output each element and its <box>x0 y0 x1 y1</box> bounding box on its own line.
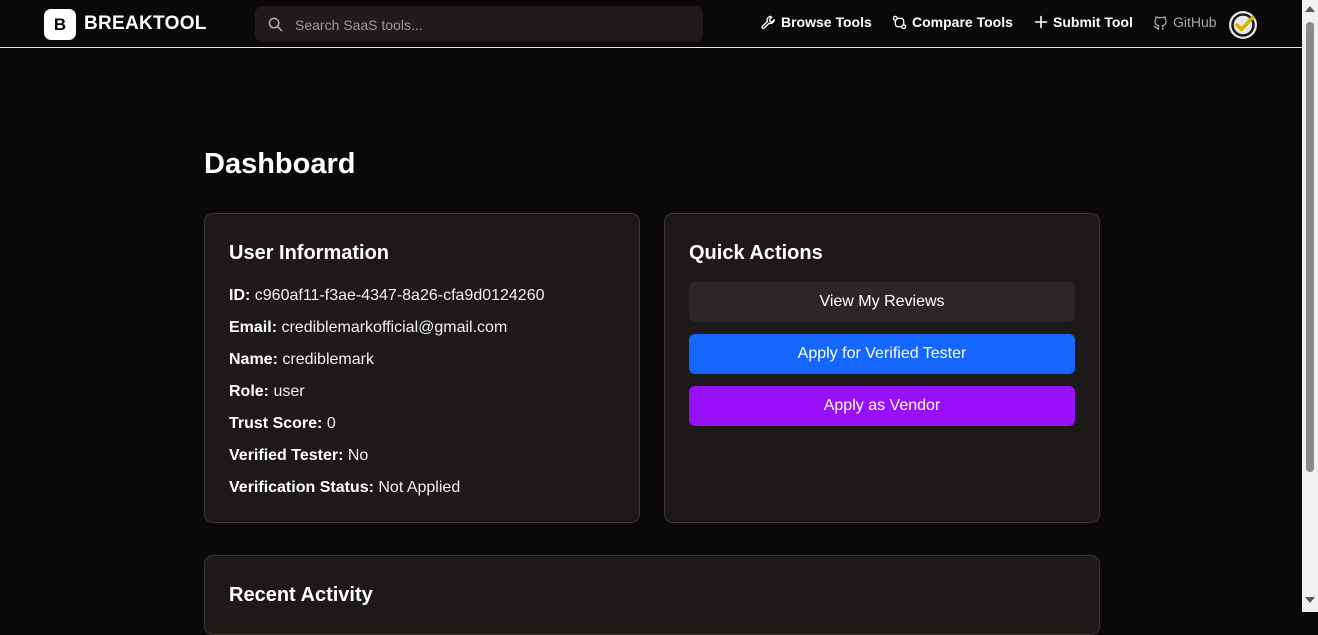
quick-actions-card: Quick Actions View My Reviews Apply for … <box>664 213 1100 523</box>
scroll-up-arrow-icon[interactable] <box>1305 6 1315 12</box>
info-value: No <box>347 447 369 464</box>
nav-submit-tool[interactable]: Submit Tool <box>1034 14 1133 30</box>
info-row-name: Name: crediblemark <box>229 351 374 369</box>
recent-activity-card: Recent Activity <box>204 555 1100 635</box>
info-value: c960af11-f3ae-4347-8a26-cfa9d0124260 <box>254 287 545 304</box>
brand-name[interactable]: BREAKTOOL <box>84 13 207 35</box>
info-row-verified-tester: Verified Tester: No <box>229 447 368 465</box>
info-label: Email: <box>229 319 278 336</box>
apply-verified-tester-button[interactable]: Apply for Verified Tester <box>689 334 1075 374</box>
nav-browse-label: Browse Tools <box>781 14 872 30</box>
nav-browse-tools[interactable]: Browse Tools <box>761 14 872 30</box>
info-row-id: ID: c960af11-f3ae-4347-8a26-cfa9d0124260 <box>229 287 545 305</box>
page-scrollbar[interactable] <box>1302 0 1318 612</box>
apply-vendor-button[interactable]: Apply as Vendor <box>689 386 1075 426</box>
search-icon <box>268 17 283 32</box>
nav-compare-tools[interactable]: Compare Tools <box>892 14 1013 30</box>
info-label: Trust Score: <box>229 415 323 432</box>
avatar-checkmark-icon <box>1230 12 1256 38</box>
page-title: Dashboard <box>204 148 356 180</box>
nav-github-label: GitHub <box>1173 14 1217 30</box>
nav-github[interactable]: GitHub <box>1153 14 1217 30</box>
user-information-card: User Information ID: c960af11-f3ae-4347-… <box>204 213 640 523</box>
quick-actions-title: Quick Actions <box>689 242 823 264</box>
user-avatar[interactable] <box>1229 11 1257 39</box>
nav-compare-label: Compare Tools <box>912 14 1013 30</box>
top-navbar: B BREAKTOOL Browse Tools Compare Tools S… <box>0 0 1302 48</box>
info-row-role: Role: user <box>229 383 305 401</box>
info-label: Name: <box>229 351 278 368</box>
search-input[interactable] <box>293 6 697 44</box>
scrollbar-thumb[interactable] <box>1306 22 1314 472</box>
info-value: crediblemark <box>282 351 374 368</box>
info-label: Role: <box>229 383 269 400</box>
recent-activity-title: Recent Activity <box>229 584 373 606</box>
info-row-email: Email: crediblemarkofficial@gmail.com <box>229 319 507 337</box>
nav-submit-label: Submit Tool <box>1053 14 1133 30</box>
scroll-down-arrow-icon[interactable] <box>1305 597 1315 603</box>
info-value: Not Applied <box>378 479 461 496</box>
info-row-trust-score: Trust Score: 0 <box>229 415 336 433</box>
info-value: 0 <box>326 415 336 432</box>
info-label: ID: <box>229 287 251 304</box>
info-value: user <box>273 383 305 400</box>
info-label: Verification Status: <box>229 479 374 496</box>
logo[interactable]: B <box>44 9 76 40</box>
info-value: crediblemarkofficial@gmail.com <box>281 319 508 336</box>
info-row-verification-status: Verification Status: Not Applied <box>229 479 460 497</box>
user-information-title: User Information <box>229 242 390 264</box>
compare-icon <box>892 15 907 29</box>
github-icon <box>1153 15 1167 30</box>
view-my-reviews-button[interactable]: View My Reviews <box>689 282 1075 322</box>
plus-icon <box>1034 15 1048 29</box>
wrench-icon <box>761 15 775 29</box>
info-label: Verified Tester: <box>229 447 344 464</box>
search-bar <box>255 6 703 44</box>
